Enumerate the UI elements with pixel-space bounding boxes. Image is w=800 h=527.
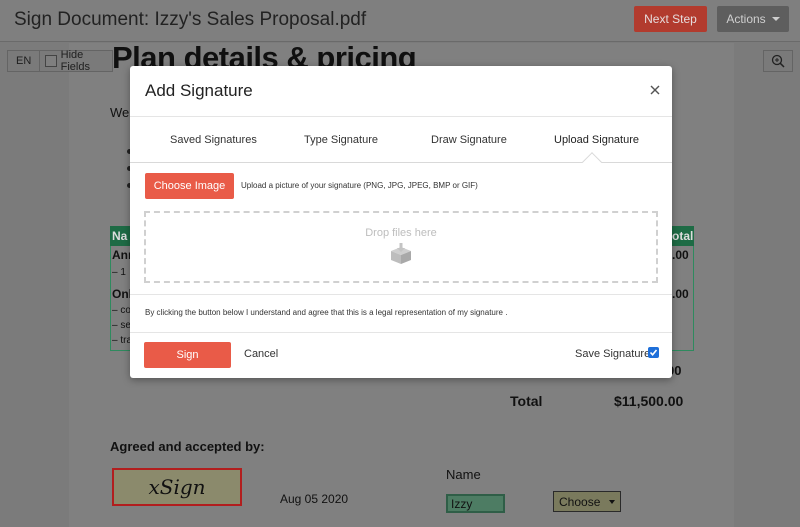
tab-type-signature[interactable]: Type Signature [304,134,378,146]
add-signature-modal: Add Signature Saved Signatures Type Sign… [130,66,672,378]
total-value: $11,500.00 [614,393,684,409]
hide-fields-toggle[interactable]: Hide Fields [40,49,112,73]
total-label: Total [510,393,543,409]
tab-draw-signature[interactable]: Draw Signature [431,134,507,146]
table-header-fragment: Na [112,229,128,243]
table-header-fragment: otal [672,229,694,243]
save-signature-checkbox[interactable] [648,347,659,358]
table-cell-fragment: – tra [112,335,133,346]
upload-box-icon [391,243,411,264]
cancel-button[interactable]: Cancel [244,348,278,360]
table-cell-fragment: Anı [112,248,132,262]
signature-field[interactable]: xSign [112,468,242,506]
close-icon[interactable] [649,84,661,96]
name-label: Name [446,467,481,482]
zoom-button[interactable] [763,50,793,72]
upload-hint: Upload a picture of your signature (PNG,… [241,181,478,190]
view-toolbar: EN Hide Fields [7,49,113,73]
document-title: Sign Document: Izzy's Sales Proposal.pdf [14,9,367,30]
table-cell-fragment: – se [112,320,131,331]
choose-dropdown[interactable]: Choose [553,491,621,512]
language-button[interactable]: EN [8,51,41,71]
table-cell-fragment: .00 [672,287,689,301]
checkmark-icon [649,349,658,357]
divider [130,332,672,333]
table-cell-fragment: – co [112,305,131,316]
actions-button[interactable]: Actions [717,6,789,32]
table-cell-fragment: – 1 [112,267,126,278]
divider [130,116,672,117]
chevron-down-icon [771,17,780,21]
choose-image-button[interactable]: Choose Image [145,173,234,199]
table-cell-fragment: Onl [112,287,132,301]
zoom-in-icon [771,54,785,68]
document-intro: We [110,105,130,120]
next-step-button[interactable]: Next Step [634,6,707,32]
hide-fields-checkbox[interactable] [45,55,57,67]
table-cell-fragment: .00 [672,248,689,262]
sign-date: Aug 05 2020 [280,492,349,506]
file-dropzone[interactable]: Drop files here [144,211,658,283]
save-signature-label: Save Signature [575,348,651,360]
sign-button[interactable]: Sign [144,342,231,368]
name-field[interactable]: Izzy [446,494,505,513]
drop-text: Drop files here [365,227,437,239]
actions-label: Actions [726,12,766,26]
signature-logo: xSign [148,475,206,499]
choose-dropdown-value: Choose [559,494,601,509]
legal-notice: By clicking the button below I understan… [145,308,508,317]
tab-upload-signature[interactable]: Upload Signature [554,134,639,146]
chevron-down-icon [609,499,615,504]
top-bar: Sign Document: Izzy's Sales Proposal.pdf… [0,0,800,42]
divider [130,294,672,295]
modal-title: Add Signature [145,81,253,100]
hide-fields-label: Hide Fields [60,49,90,73]
agreed-label: Agreed and accepted by: [110,439,265,454]
tab-saved-signatures[interactable]: Saved Signatures [170,134,257,146]
